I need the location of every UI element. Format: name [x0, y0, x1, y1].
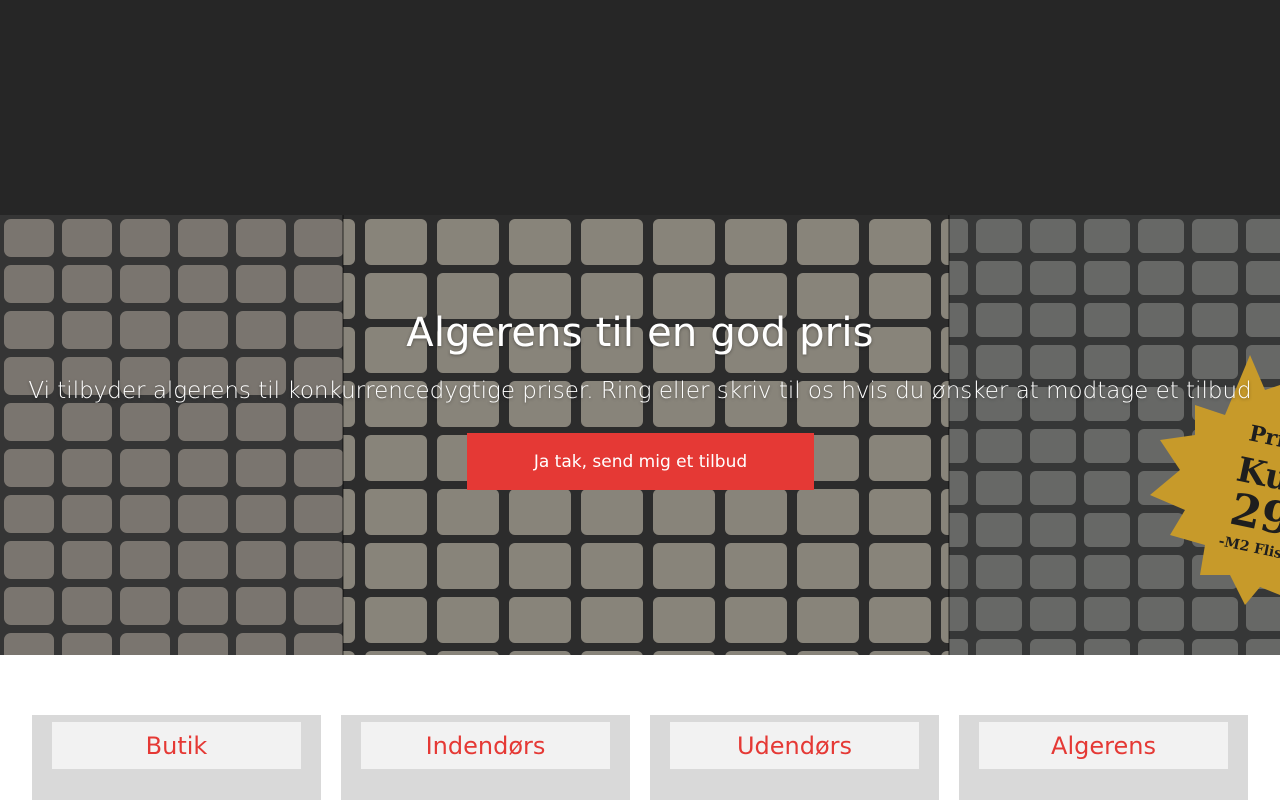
- category-card-butik[interactable]: Butik: [32, 715, 321, 800]
- category-card-label[interactable]: Algerens: [979, 722, 1228, 769]
- hero-title: Algerens til en god pris: [406, 310, 874, 356]
- hero-subtitle: Vi tilbyder algerens til konkurrencedygt…: [28, 378, 1252, 404]
- category-card-udendors[interactable]: Udendørs: [650, 715, 939, 800]
- category-card-label[interactable]: Indendørs: [361, 722, 610, 769]
- hero-banner: Pri Ku 29 -M2 Flis Algerens til en god p…: [0, 215, 1280, 655]
- site-header: [0, 0, 1280, 215]
- request-quote-button[interactable]: Ja tak, send mig et tilbud: [467, 433, 814, 490]
- category-card-indendors[interactable]: Indendørs: [341, 715, 630, 800]
- category-card-label[interactable]: Udendørs: [670, 722, 919, 769]
- category-cards: Butik Indendørs Udendørs Algerens: [0, 715, 1280, 800]
- category-card-label[interactable]: Butik: [52, 722, 301, 769]
- category-card-algerens[interactable]: Algerens: [959, 715, 1248, 800]
